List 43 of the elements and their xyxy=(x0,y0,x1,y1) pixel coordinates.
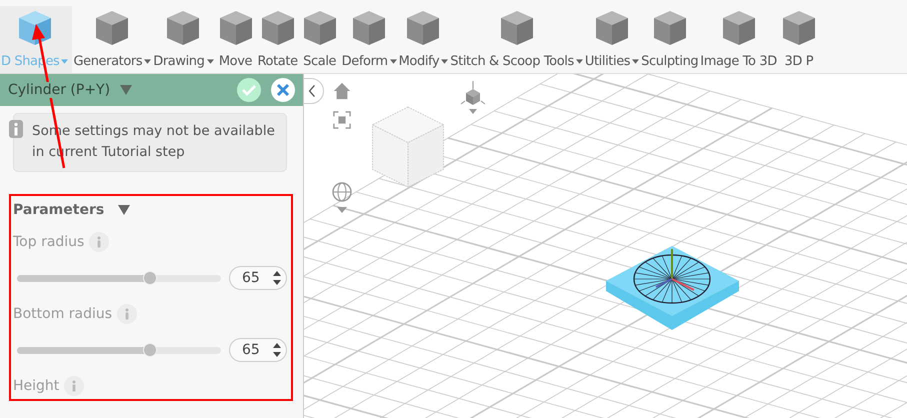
parameter-label: Bottom radius xyxy=(13,306,112,322)
dropdown-triangle-icon[interactable] xyxy=(120,85,132,95)
chevron-left-icon xyxy=(308,84,316,98)
spinner-icon[interactable] xyxy=(272,270,282,286)
collapse-panel-button[interactable] xyxy=(304,78,324,104)
info-icon[interactable] xyxy=(64,376,84,396)
spinner-icon[interactable] xyxy=(272,342,282,358)
info-icon[interactable] xyxy=(117,304,138,324)
parameter-label: Top radius xyxy=(13,234,84,250)
toolbar-item[interactable]: Utilities xyxy=(584,6,640,73)
fit-view-icon[interactable] xyxy=(333,111,351,129)
caret-icon[interactable] xyxy=(206,59,214,64)
number-input[interactable]: 65 xyxy=(229,338,287,362)
toolbar-item[interactable]: Deform xyxy=(340,6,398,73)
slider-thumb[interactable] xyxy=(142,342,157,356)
number-input[interactable]: 65 xyxy=(229,266,287,290)
toolbar-item[interactable]: Sculpting xyxy=(640,6,700,73)
caret-icon[interactable] xyxy=(576,59,583,64)
axes-icon[interactable] xyxy=(461,81,485,115)
toolbar-item[interactable]: Generators xyxy=(72,6,152,73)
slider-thumb[interactable] xyxy=(142,270,157,284)
caret-icon[interactable] xyxy=(441,59,448,64)
caret-icon[interactable] xyxy=(144,59,152,64)
toolbar-item[interactable]: Modify xyxy=(398,6,450,73)
parameter-label: Height xyxy=(13,378,60,394)
toolbar-item[interactable]: Scale xyxy=(298,6,341,73)
caret-icon[interactable] xyxy=(390,59,397,64)
info-icon xyxy=(9,120,23,138)
toolbar-item[interactable]: Drawing xyxy=(152,6,214,73)
confirm-button[interactable] xyxy=(237,78,261,102)
globe-icon[interactable] xyxy=(332,182,352,214)
close-button[interactable] xyxy=(271,78,295,102)
home-icon[interactable] xyxy=(333,82,351,100)
section-title[interactable]: Parameters xyxy=(13,202,104,218)
info-icon[interactable] xyxy=(89,232,110,252)
toolbar-item[interactable]: Image To 3D xyxy=(699,6,778,73)
panel-title[interactable]: Cylinder (P+Y) xyxy=(8,82,110,98)
toolbar-item[interactable]: 3D P xyxy=(778,6,820,73)
toolbar-item[interactable]: Move xyxy=(214,6,256,73)
toolbar-item[interactable]: Rotate xyxy=(256,6,299,73)
caret-icon[interactable] xyxy=(632,59,640,64)
toolbar-item[interactable]: Stitch & Scoop Tools xyxy=(449,6,584,73)
collapse-triangle-icon[interactable] xyxy=(118,205,130,215)
